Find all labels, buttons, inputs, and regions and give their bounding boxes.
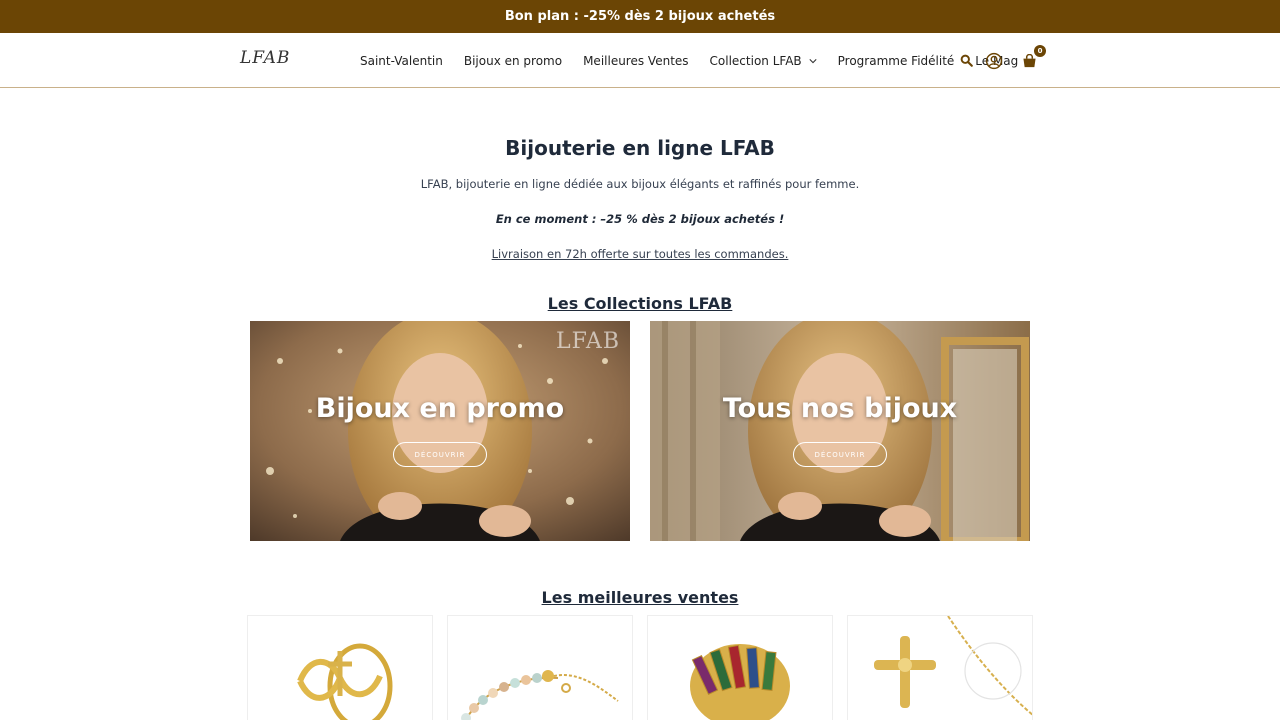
product-card-bracelet-beads[interactable] — [447, 615, 633, 720]
shipping-link[interactable]: Livraison en 72h offerte sur toutes les … — [492, 247, 789, 261]
shipping-text: Livraison en 72h offerte sur toutes les … — [0, 247, 1280, 261]
logo[interactable]: LFAB — [240, 48, 290, 68]
promo-text: Bon plan : -25% dès 2 bijoux achetés — [504, 9, 776, 24]
nav-label: Programme Fidélité — [837, 53, 955, 68]
best-sellers-title-text: Les meilleures ventes — [541, 588, 739, 607]
product-image — [297, 643, 393, 720]
page-title: Bijouterie en ligne LFAB — [505, 136, 775, 160]
nav-item-collection-lfab[interactable]: Collection LFAB — [710, 54, 817, 68]
nav-item-saint-valentin[interactable]: Saint-Valentin — [360, 54, 443, 68]
nav-item-programme-fidelite[interactable]: Programme Fidélité — [838, 54, 955, 68]
best-sellers-title: Les meilleures ventes — [0, 588, 1280, 607]
nav-label: Collection LFAB — [709, 53, 802, 68]
collection-image-promo — [250, 321, 630, 541]
collection-card-promo[interactable]: LFAB Bijoux en promo DÉCOUVRIR — [250, 321, 630, 541]
nav-label: Meilleures Ventes — [583, 53, 689, 68]
main-nav: Saint-Valentin Bijoux en promo Meilleure… — [360, 33, 1039, 88]
product-card-ring-infinity-cross[interactable] — [247, 615, 433, 720]
collection-image-all — [650, 321, 1030, 541]
product-image — [690, 644, 790, 720]
site-header: LFAB Saint-Valentin Bijoux en promo Meil… — [0, 33, 1280, 88]
collection-card-all[interactable]: Tous nos bijoux DÉCOUVRIR — [650, 321, 1030, 541]
header-icons: 0 — [956, 33, 1046, 88]
product-card-necklace-cross[interactable] — [847, 615, 1033, 720]
collections-title: Les Collections LFAB — [0, 294, 1280, 313]
nav-item-meilleures-ventes[interactable]: Meilleures Ventes — [583, 54, 688, 68]
product-image — [874, 616, 1032, 716]
cart-count-badge: 0 — [1034, 44, 1046, 57]
product-card-ring-multicolor[interactable] — [647, 615, 833, 720]
collection-label: Bijoux en promo — [315, 393, 565, 424]
nav-label: Bijoux en promo — [463, 53, 563, 68]
discover-button[interactable]: DÉCOUVRIR — [793, 442, 887, 467]
promo-moment-text: En ce moment : –25 % dès 2 bijoux acheté… — [495, 212, 785, 226]
discover-button[interactable]: DÉCOUVRIR — [393, 442, 487, 467]
promo-bar: Bon plan : -25% dès 2 bijoux achetés — [0, 0, 1280, 33]
nav-label: Saint-Valentin — [360, 53, 443, 68]
product-image — [461, 670, 619, 720]
collection-label: Tous nos bijoux — [722, 393, 958, 424]
watermark-text: LFAB — [555, 329, 620, 354]
account-icon[interactable] — [984, 51, 1004, 71]
intro-text: LFAB, bijouterie en ligne dédiée aux bij… — [420, 177, 860, 191]
nav-item-bijoux-en-promo[interactable]: Bijoux en promo — [464, 54, 562, 68]
search-icon[interactable] — [956, 51, 976, 71]
chevron-down-icon — [809, 58, 817, 63]
cart-icon[interactable]: 0 — [1019, 44, 1046, 71]
collections-title-text: Les Collections LFAB — [547, 294, 733, 313]
